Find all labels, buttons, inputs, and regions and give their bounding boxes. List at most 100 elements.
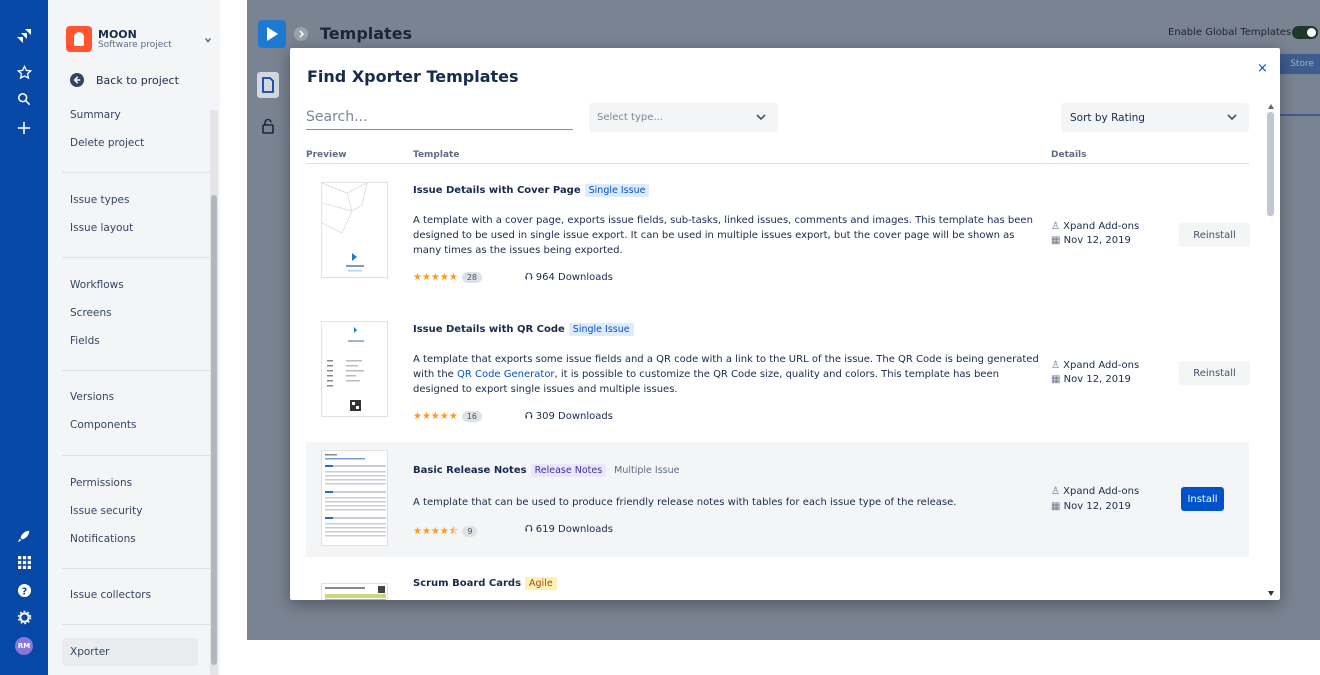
sidebar-divider (62, 370, 212, 371)
rating-count: 28 (461, 272, 483, 283)
sidebar-divider (62, 568, 212, 569)
download-count: ⮉ 964 Downloads (525, 272, 613, 283)
sidebar-item-delete-project[interactable]: Delete project (70, 137, 144, 149)
sidebar-divider (62, 624, 212, 625)
sidebar-item-issue-security[interactable]: Issue security (70, 505, 142, 517)
sidebar-item-versions[interactable]: Versions (70, 391, 114, 403)
template-preview-thumbnail[interactable] (321, 450, 388, 546)
global-templates-label: Enable Global Templates (1168, 27, 1292, 38)
table-row: Basic Release Notes Release Notes Multiple… (306, 442, 1249, 557)
project-type: Software project (98, 40, 172, 50)
star-rating: ★★★★★ 28 (413, 272, 483, 283)
sidebar-item-xporter[interactable]: Xporter (70, 646, 110, 658)
modal-scrollbar-thumb[interactable] (1267, 112, 1274, 216)
document-icon[interactable] (257, 72, 279, 98)
user-icon: ♙ (1051, 221, 1064, 232)
chevron-down-icon (756, 114, 766, 121)
template-preview-thumbnail[interactable] (321, 583, 388, 600)
close-icon[interactable]: × (1257, 61, 1268, 76)
sidebar-scrollbar-thumb[interactable] (211, 195, 217, 665)
download-icon: ⮉ (525, 524, 536, 535)
svg-text:?: ? (21, 586, 26, 597)
download-count: ⮉ 619 Downloads (525, 524, 613, 535)
page-title: Templates (320, 24, 413, 43)
tag-badge[interactable]: Agile (525, 577, 557, 590)
scroll-up-icon[interactable] (1268, 104, 1274, 109)
template-date: ▦ Nov 12, 2019 (1051, 235, 1131, 246)
star-rating: ★★★★★ 16 (413, 411, 483, 422)
column-header-template: Template (413, 150, 460, 160)
expand-chevron-icon[interactable] (294, 27, 308, 41)
jira-logo-icon[interactable] (14, 26, 34, 46)
sidebar-item-permissions[interactable]: Permissions (70, 477, 132, 489)
template-name[interactable]: Issue Details with QR Code Single Issue (413, 323, 634, 336)
sidebar-item-notifications[interactable]: Notifications (70, 533, 136, 545)
sidebar-item-issue-layout[interactable]: Issue layout (70, 222, 133, 234)
template-date: ▦ Nov 12, 2019 (1051, 501, 1131, 512)
tag-badge[interactable]: Multiple Issue (610, 464, 684, 477)
template-description: A template with a cover page, exports is… (413, 215, 1033, 256)
template-name[interactable]: Issue Details with Cover Page Single Issu… (413, 184, 650, 197)
tag-badge[interactable]: Single Issue (568, 323, 634, 336)
star-rating: ★★★★⯪ 9 (413, 524, 478, 541)
global-navigation: ? RM (0, 0, 48, 675)
project-switcher[interactable]: MOON Software project (62, 10, 217, 66)
chevron-down-icon (1227, 114, 1237, 121)
template-description: A template that can be used to produce f… (413, 497, 957, 508)
reinstall-button[interactable]: Reinstall (1179, 361, 1250, 385)
template-preview-thumbnail[interactable] (321, 182, 388, 278)
template-preview-thumbnail[interactable] (321, 321, 388, 417)
table-row: Issue Details with QR Code Single Issue A… (306, 303, 1250, 438)
find-templates-modal: Find Xporter Templates × Select type... … (290, 48, 1280, 600)
store-button[interactable]: Store (1275, 54, 1320, 74)
sidebar-item-summary[interactable]: Summary (70, 109, 121, 121)
install-button[interactable]: Install (1181, 487, 1224, 511)
star-icon[interactable] (14, 62, 34, 82)
xporter-logo-icon (258, 20, 286, 48)
user-avatar[interactable]: RM (15, 637, 33, 655)
template-description: A template that exports some issue field… (413, 354, 1039, 395)
qr-code-generator-link[interactable]: QR Code Generator (457, 369, 555, 380)
sidebar-divider (62, 257, 212, 258)
reinstall-button[interactable]: Reinstall (1179, 223, 1250, 247)
rating-count: 9 (462, 526, 478, 537)
back-to-project-link[interactable]: Back to project (62, 66, 217, 94)
search-icon[interactable] (14, 89, 34, 109)
tag-badge[interactable]: Release Notes (530, 464, 607, 477)
user-icon: ♙ (1051, 360, 1064, 371)
tag-badge[interactable]: Single Issue (584, 184, 650, 197)
sidebar-item-screens[interactable]: Screens (70, 307, 112, 319)
sort-select[interactable]: Sort by Rating (1061, 103, 1249, 132)
column-header-details: Details (1051, 150, 1087, 160)
lock-icon[interactable] (261, 118, 275, 137)
sidebar-item-components[interactable]: Components (70, 419, 136, 431)
sidebar-divider (62, 172, 212, 173)
template-name[interactable]: Scrum Board Cards Agile (413, 577, 557, 590)
search-input[interactable] (306, 104, 573, 130)
column-header-preview: Preview (306, 150, 347, 160)
sidebar-item-issue-types[interactable]: Issue types (70, 194, 129, 206)
sidebar-item-issue-collectors[interactable]: Issue collectors (70, 589, 151, 601)
sort-select-value: Sort by Rating (1070, 111, 1145, 124)
sidebar-item-workflows[interactable]: Workflows (70, 279, 124, 291)
global-templates-toggle[interactable] (1292, 26, 1318, 39)
app-switcher-icon[interactable] (14, 552, 34, 572)
calendar-icon: ▦ (1051, 374, 1064, 385)
scroll-down-icon[interactable] (1268, 591, 1274, 596)
settings-icon[interactable] (14, 607, 34, 627)
template-name[interactable]: Basic Release Notes Release Notes Multiple… (413, 464, 684, 477)
calendar-icon: ▦ (1051, 235, 1064, 246)
sidebar-item-fields[interactable]: Fields (70, 335, 100, 347)
chevron-down-icon (205, 38, 211, 43)
rocket-icon[interactable] (14, 526, 34, 546)
plus-icon[interactable] (14, 118, 34, 138)
help-icon[interactable]: ? (14, 580, 34, 600)
back-to-project-label: Back to project (96, 73, 179, 87)
template-author: ♙ Xpand Add-ons (1051, 221, 1140, 232)
template-date: ▦ Nov 12, 2019 (1051, 374, 1131, 385)
type-select[interactable]: Select type... (589, 103, 778, 132)
modal-title: Find Xporter Templates (307, 67, 519, 86)
project-sidebar: MOON Software project Back to project Su… (48, 0, 220, 675)
user-icon: ♙ (1051, 486, 1064, 497)
download-icon: ⮉ (525, 272, 536, 283)
